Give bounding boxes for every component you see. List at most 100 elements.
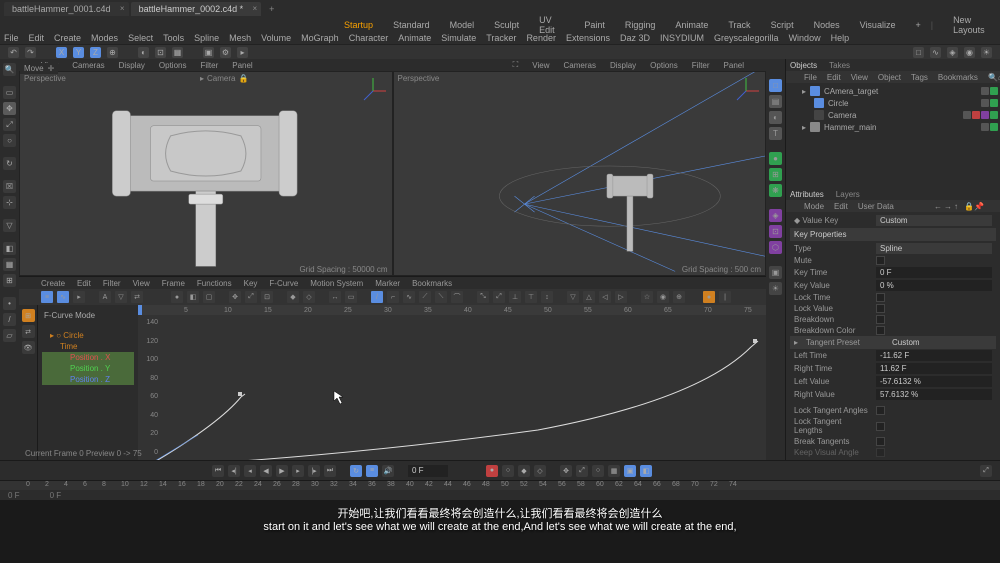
menu-window[interactable]: Window xyxy=(789,33,821,43)
fc-visible-icon[interactable]: 👁 xyxy=(22,341,35,354)
vp-camera-label[interactable]: Camera xyxy=(207,74,235,83)
rot-key-button[interactable]: ○ xyxy=(592,465,604,477)
fc-menu-functions[interactable]: Functions xyxy=(197,279,232,288)
new-layouts-button[interactable]: New Layouts xyxy=(953,15,996,35)
menu-mesh[interactable]: Mesh xyxy=(229,33,251,43)
fc-mode-dopesheet[interactable]: ≡ xyxy=(41,291,53,303)
layout-nodes[interactable]: Nodes xyxy=(814,20,840,30)
attr-mute-checkbox[interactable] xyxy=(876,256,885,265)
layout-startup[interactable]: Startup xyxy=(344,20,373,30)
pos-key-button[interactable]: ✥ xyxy=(560,465,572,477)
fc-sphere-icon[interactable]: ● xyxy=(171,291,183,303)
param-key-button[interactable]: ▦ xyxy=(608,465,620,477)
close-icon[interactable]: × xyxy=(252,4,257,13)
nav-back-icon[interactable]: ← xyxy=(934,202,942,210)
vp-menu-filter[interactable]: Filter xyxy=(200,61,218,70)
layout-animate[interactable]: Animate xyxy=(675,20,708,30)
menu-character[interactable]: Character xyxy=(349,33,389,43)
fc-tool-a[interactable]: A xyxy=(99,291,111,303)
vp-menu-display[interactable]: Display xyxy=(119,61,145,70)
fc-ease-button[interactable]: ⟋ xyxy=(419,291,431,303)
enable-tag[interactable] xyxy=(990,99,998,107)
vp-menu-panel[interactable]: Panel xyxy=(232,61,252,70)
vp-menu-panel2[interactable]: Panel xyxy=(724,61,744,70)
menu-create[interactable]: Create xyxy=(54,33,81,43)
next-key-button[interactable]: |▸ xyxy=(308,465,320,477)
live-select-tool[interactable]: ▭ xyxy=(3,86,16,99)
fc-tangent-2[interactable]: ⤢ xyxy=(493,291,505,303)
layout-visualize[interactable]: Visualize xyxy=(860,20,896,30)
menu-extensions[interactable]: Extensions xyxy=(566,33,610,43)
model-mode-button[interactable]: ◧ xyxy=(3,242,16,255)
attr-breakcolor-checkbox[interactable] xyxy=(876,326,885,335)
menu-file[interactable]: File xyxy=(4,33,19,43)
obj-menu-view[interactable]: View xyxy=(851,73,868,82)
fcurve-ruler-x[interactable]: 51015202530354045505560657075 xyxy=(138,305,766,315)
tree-time[interactable]: Time xyxy=(42,341,134,352)
fc-snap-icon[interactable]: ⊡ xyxy=(261,291,273,303)
axis-gizmo[interactable] xyxy=(358,76,388,106)
deformer2-icon[interactable]: ⊡ xyxy=(769,225,782,238)
rotate-tool[interactable]: ○ xyxy=(3,134,16,147)
obj-menu-tags[interactable]: Tags xyxy=(911,73,928,82)
menu-insydium[interactable]: INSYDIUM xyxy=(660,33,704,43)
autokey-button[interactable]: ○ xyxy=(502,465,514,477)
fc-spline-button[interactable]: ∿ xyxy=(403,291,415,303)
expand-icon[interactable]: ▸ xyxy=(802,123,806,132)
menu-greyscale[interactable]: Greyscalegorilla xyxy=(714,33,779,43)
cube-icon[interactable]: □ xyxy=(769,79,782,92)
goto-end-button[interactable]: ⏭ xyxy=(324,465,336,477)
fc-tangent-5[interactable]: ↕ xyxy=(541,291,553,303)
lock-icon[interactable]: 🔒 xyxy=(238,74,248,83)
tab-attributes[interactable]: Attributes xyxy=(790,190,824,199)
tree-posy[interactable]: Position . Y xyxy=(42,363,134,374)
fc-mode-motion[interactable]: ▸ xyxy=(73,291,85,303)
nav-fwd-icon[interactable]: → xyxy=(944,202,952,210)
add-tab-button[interactable]: + xyxy=(263,4,280,14)
attr-leftval-input[interactable]: -57.6132 % xyxy=(876,376,992,387)
fc-autokey-button[interactable]: ● xyxy=(703,291,715,303)
layout-uvedit[interactable]: UV Edit xyxy=(539,15,564,35)
fc-step-button[interactable]: ⌐ xyxy=(387,291,399,303)
fc-clamp-3[interactable]: ◁ xyxy=(599,291,611,303)
play-button[interactable]: ▶ xyxy=(276,465,288,477)
fcurve-graph[interactable]: 51015202530354045505560657075 1401201008… xyxy=(138,305,766,460)
status-end[interactable]: 0 F xyxy=(50,491,62,500)
attr-keyvalue-input[interactable]: 0 % xyxy=(876,280,992,291)
fc-menu-create[interactable]: Create xyxy=(41,279,65,288)
search-icon[interactable]: 🔍 xyxy=(3,63,16,76)
fc-easeout-button[interactable]: ⌒ xyxy=(451,291,463,303)
menu-render[interactable]: Render xyxy=(526,33,556,43)
fc-move-icon[interactable]: ✥ xyxy=(229,291,241,303)
menu-spline[interactable]: Spline xyxy=(194,33,219,43)
close-icon[interactable]: × xyxy=(120,4,125,13)
attr-type-dropdown[interactable]: Spline xyxy=(876,243,992,254)
selection-key-button[interactable]: ◧ xyxy=(640,465,652,477)
field-icon[interactable]: ◈ xyxy=(769,209,782,222)
layout-model[interactable]: Model xyxy=(450,20,475,30)
placement-tool[interactable]: ⊹ xyxy=(3,196,16,209)
attr-menu-mode[interactable]: Mode xyxy=(804,202,824,211)
fc-hierarchy-icon[interactable]: ⊞ xyxy=(22,309,35,322)
frame-ruler[interactable]: 0246810121416182022242628303234363840424… xyxy=(0,480,1000,490)
play-back-button[interactable]: ◀ xyxy=(260,465,272,477)
camera-obj-icon[interactable]: ▣ xyxy=(769,266,782,279)
workplane-mode-button[interactable]: ⊞ xyxy=(3,274,16,287)
vis-tag[interactable] xyxy=(963,111,971,119)
target-tag[interactable] xyxy=(972,111,980,119)
pin-icon[interactable]: 📌 xyxy=(974,202,982,210)
fc-menu-frame[interactable]: Frame xyxy=(162,279,185,288)
loop-button[interactable]: ↻ xyxy=(350,465,362,477)
vis-tag[interactable] xyxy=(981,99,989,107)
menu-daz3d[interactable]: Daz 3D xyxy=(620,33,650,43)
menu-select[interactable]: Select xyxy=(128,33,153,43)
boole-icon[interactable]: ◐ xyxy=(769,111,782,124)
tree-circle[interactable]: ▸ ○ Circle xyxy=(42,330,134,341)
expand-timeline-button[interactable]: ⤢ xyxy=(980,465,992,477)
playhead-marker[interactable] xyxy=(138,305,142,315)
render-view-button[interactable]: ▣ xyxy=(203,47,214,58)
fc-easein-button[interactable]: ⟍ xyxy=(435,291,447,303)
status-start[interactable]: 0 F xyxy=(8,491,20,500)
plus-icon[interactable]: + xyxy=(915,20,920,30)
fc-linear-button[interactable]: / xyxy=(371,291,383,303)
